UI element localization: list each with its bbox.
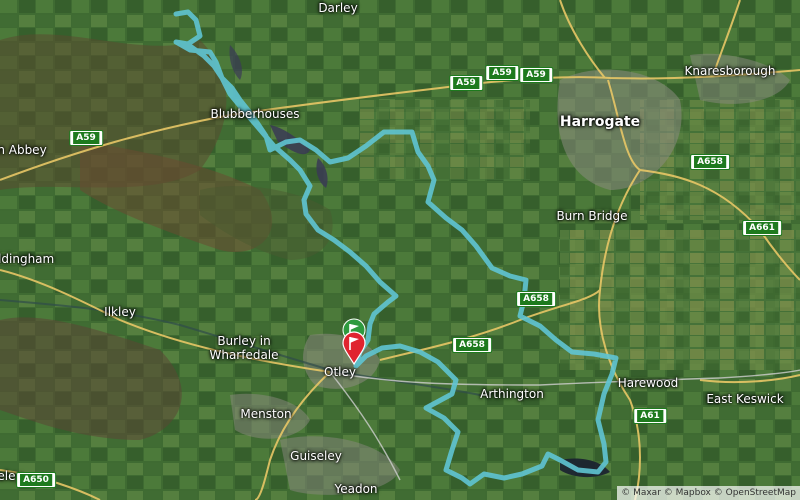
place-label-burnbridge: Burn Bridge bbox=[556, 209, 628, 223]
road-shield-a661: A661 bbox=[742, 220, 782, 236]
road-shield-a658-1: A658 bbox=[690, 154, 730, 170]
place-label-knaresborough: Knaresborough bbox=[684, 64, 776, 78]
place-label-harrogate: Harrogate bbox=[559, 114, 641, 130]
road-shield-a658-3: A658 bbox=[452, 337, 492, 353]
road-shield-a59-3: A59 bbox=[519, 67, 553, 83]
place-label-burley: Burley in bbox=[217, 334, 271, 348]
place-label-ddingham: ddingham bbox=[0, 252, 55, 266]
place-label-yeadon: Yeadon bbox=[334, 482, 378, 496]
road-shield-label: A59 bbox=[489, 67, 515, 79]
road-shield-label: A59 bbox=[453, 77, 479, 89]
place-label-wharfedale: Wharfedale bbox=[209, 348, 279, 362]
road-shield-label: A59 bbox=[523, 69, 549, 81]
place-label-harewood: Harewood bbox=[617, 376, 679, 390]
place-label-guiseley: Guiseley bbox=[290, 449, 342, 463]
road-shield-label: A658 bbox=[520, 293, 552, 305]
road-shield-a59-2: A59 bbox=[485, 65, 519, 81]
road-shield-a59-4: A59 bbox=[69, 130, 103, 146]
road-shield-label: A59 bbox=[73, 132, 99, 144]
road-shield-label: A658 bbox=[694, 156, 726, 168]
road-shield-label: A661 bbox=[746, 222, 778, 234]
place-label-arthington: Arthington bbox=[480, 387, 544, 401]
place-label-darley: Darley bbox=[318, 1, 358, 15]
finish-marker-icon[interactable] bbox=[341, 331, 367, 366]
road-shield-a61: A61 bbox=[633, 408, 667, 424]
road-shield-a650: A650 bbox=[16, 472, 56, 488]
map-attribution[interactable]: © Maxar © Mapbox © OpenStreetMap bbox=[617, 486, 800, 500]
road-shield-label: A61 bbox=[637, 410, 663, 422]
place-label-eastkeswick: East Keswick bbox=[706, 392, 784, 406]
road-shield-a658-2: A658 bbox=[516, 291, 556, 307]
place-label-blubberhouses: Blubberhouses bbox=[210, 107, 300, 121]
place-label-abbey: n Abbey bbox=[0, 143, 47, 157]
place-label-ilkley: Ilkley bbox=[104, 305, 136, 319]
road-shield-a59-1: A59 bbox=[449, 75, 483, 91]
place-label-menston: Menston bbox=[240, 407, 292, 421]
place-label-otley: Otley bbox=[324, 365, 356, 379]
road-shield-label: A658 bbox=[456, 339, 488, 351]
satellite-basemap bbox=[0, 0, 800, 500]
road-shield-label: A650 bbox=[20, 474, 52, 486]
map-view[interactable]: Darley Knaresborough Blubberhouses Harrogat… bbox=[0, 0, 800, 500]
